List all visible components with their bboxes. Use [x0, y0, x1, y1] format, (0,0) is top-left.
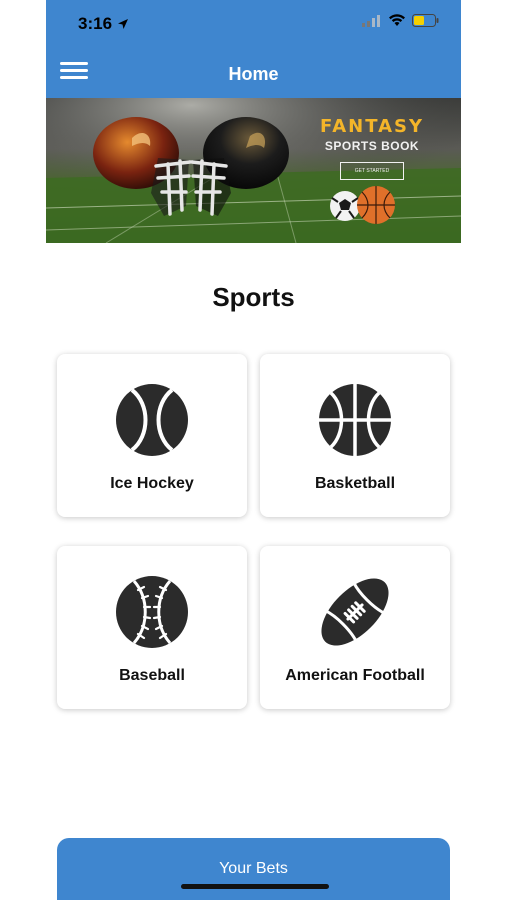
nav-title: Home [228, 64, 279, 84]
signal-icon [362, 14, 380, 27]
basketball-image [357, 186, 395, 224]
sport-card-basketball[interactable]: Basketball [260, 354, 450, 517]
banner-text: FANTASY SPORTS BOOK GET STARTED [312, 116, 432, 180]
american-football-icon [321, 578, 389, 646]
promo-banner[interactable]: FANTASY SPORTS BOOK GET STARTED [46, 98, 461, 243]
location-arrow-icon [118, 19, 129, 29]
soccer-ball-image [330, 191, 360, 221]
status-time-text: 3:16 [78, 14, 113, 33]
status-time: 3:16 [78, 14, 129, 34]
page-title: Sports [212, 282, 295, 312]
sport-card-baseball[interactable]: Baseball [57, 546, 247, 709]
sport-card-label: Baseball [119, 667, 185, 684]
status-indicators [362, 14, 439, 27]
your-bets-button[interactable]: Your Bets [57, 838, 450, 900]
banner-subtitle: SPORTS BOOK [324, 139, 420, 153]
battery-icon [412, 14, 439, 27]
home-indicator[interactable] [181, 884, 329, 889]
sport-card-american-football[interactable]: American Football [260, 546, 450, 709]
sport-card-label: Ice Hockey [110, 475, 194, 492]
app-screen: 3:16 Home FANTASY SPORTS BOOK GET STARTE… [46, 0, 461, 900]
sport-card-label: Basketball [314, 475, 396, 492]
app-header: 3:16 Home [46, 0, 461, 98]
wifi-icon [389, 14, 405, 26]
baseball-icon [116, 576, 188, 648]
sport-card-label: American Football [285, 667, 425, 684]
basketball-icon [319, 384, 391, 456]
sport-card-ice-hockey[interactable]: Ice Hockey [57, 354, 247, 517]
your-bets-label: Your Bets [219, 860, 288, 877]
get-started-button[interactable]: GET STARTED [340, 162, 404, 180]
banner-headline: FANTASY [319, 116, 425, 137]
tennis-ball-icon [116, 384, 188, 456]
